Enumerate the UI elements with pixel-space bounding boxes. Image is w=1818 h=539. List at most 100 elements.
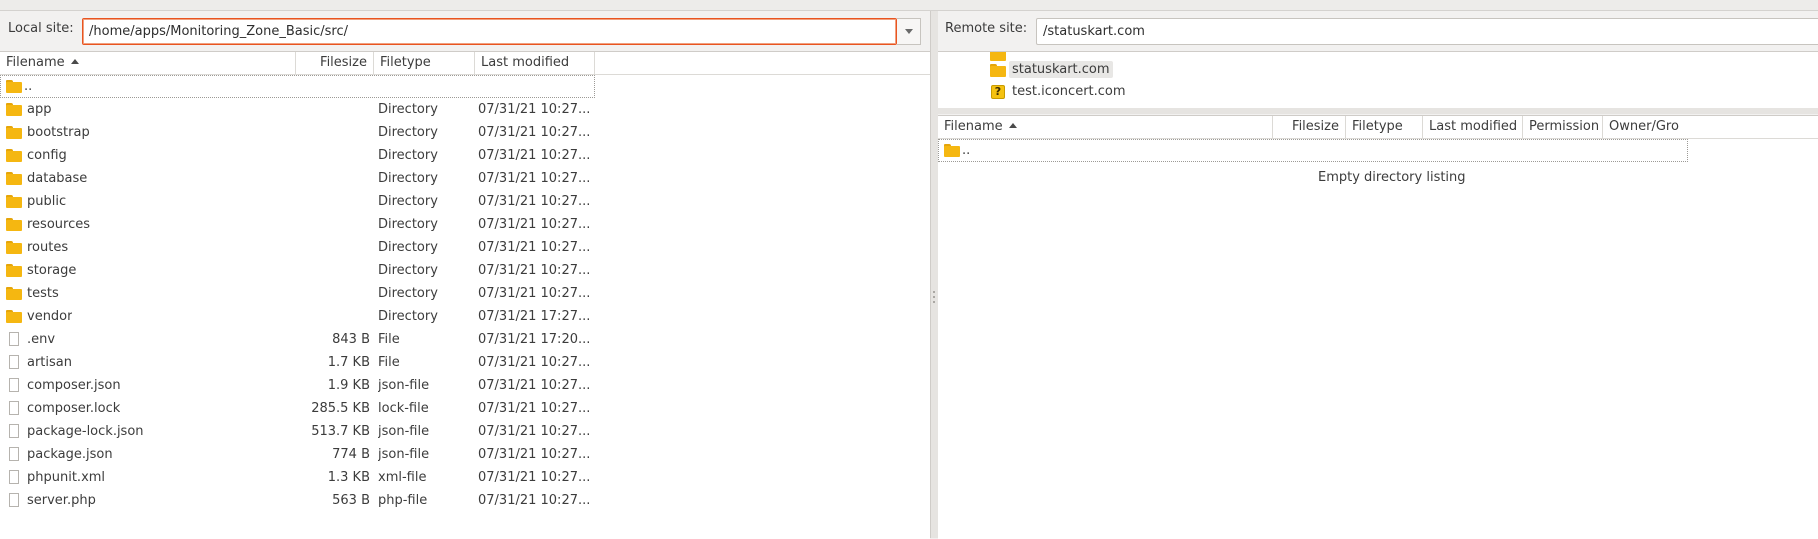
local-site-path-input[interactable] — [82, 18, 897, 45]
table-row[interactable]: vendor Directory 07/31/21 17:27... — [0, 305, 595, 328]
table-row[interactable]: composer.json 1.9 KB json-file 07/31/21 10:… — [0, 374, 595, 397]
row-last-modified: 07/31/21 10:27... — [478, 493, 591, 508]
folder-icon — [6, 103, 22, 116]
row-last-modified: 07/31/21 10:27... — [478, 355, 591, 370]
file-icon — [9, 470, 19, 484]
remote-site-path-input[interactable] — [1036, 18, 1818, 45]
folder-icon — [6, 126, 22, 139]
table-row[interactable]: public Directory 07/31/21 10:27... — [0, 190, 595, 213]
row-filesize: 513.7 KB — [311, 424, 370, 439]
remote-column-last-modified[interactable]: Last modified — [1423, 116, 1523, 138]
table-row[interactable]: bootstrap Directory 07/31/21 10:27... — [0, 121, 595, 144]
table-row[interactable]: .env 843 B File 07/31/21 17:20... — [0, 328, 595, 351]
local-column-filetype[interactable]: Filetype — [374, 52, 475, 74]
row-filetype: Directory — [378, 171, 438, 186]
remote-column-permission[interactable]: Permission — [1523, 116, 1603, 138]
local-column-filename[interactable]: Filename — [0, 52, 296, 74]
row-last-modified: 07/31/21 10:27... — [478, 470, 591, 485]
chevron-down-icon — [904, 29, 913, 34]
row-last-modified: 07/31/21 10:27... — [478, 148, 591, 163]
table-row[interactable]: tests Directory 07/31/21 10:27... — [0, 282, 595, 305]
table-row[interactable]: config Directory 07/31/21 10:27... — [0, 144, 595, 167]
row-filename: package-lock.json — [27, 424, 144, 439]
row-last-modified: 07/31/21 10:27... — [478, 102, 591, 117]
row-last-modified: 07/31/21 10:27... — [478, 401, 591, 416]
table-row[interactable]: artisan 1.7 KB File 07/31/21 10:27... — [0, 351, 595, 374]
column-label: Filesize — [1292, 119, 1339, 134]
folder-icon — [990, 64, 1006, 77]
row-filesize — [296, 259, 370, 282]
splitter-grip — [933, 291, 935, 293]
tree-item-test-iconcert[interactable]: ? test.iconcert.com — [988, 82, 1126, 102]
table-row[interactable]: package.json 774 B json-file 07/31/21 10:27… — [0, 443, 595, 466]
local-site-pane: Local site: Filename Filesize Filetype L… — [0, 11, 930, 539]
file-icon — [9, 401, 19, 415]
row-filetype: Directory — [378, 263, 438, 278]
remote-file-list[interactable]: Filename Filesize Filetype Last modified… — [938, 115, 1818, 539]
remote-column-filetype[interactable]: Filetype — [1346, 116, 1423, 138]
table-row[interactable]: package-lock.json 513.7 KB json-file 07/31/… — [0, 420, 595, 443]
row-filetype: Directory — [378, 309, 438, 324]
row-filesize: 285.5 KB — [311, 401, 370, 416]
table-row[interactable]: database Directory 07/31/21 10:27... — [0, 167, 595, 190]
local-parent-directory-row[interactable]: .. — [0, 75, 595, 98]
local-site-dropdown-button[interactable] — [897, 18, 921, 45]
row-filename: resources — [27, 217, 91, 232]
local-site-label: Local site: — [8, 21, 74, 36]
row-last-modified: 07/31/21 17:20... — [478, 332, 591, 347]
local-column-last-modified[interactable]: Last modified — [475, 52, 595, 74]
tree-item-label: test.iconcert.com — [1012, 84, 1126, 99]
row-filetype: File — [378, 355, 400, 370]
row-filename: server.php — [27, 493, 96, 508]
row-filename: storage — [27, 263, 77, 278]
remote-directory-tree[interactable]: statuskart.com ? test.iconcert.com — [938, 51, 1818, 109]
row-filename: public — [27, 194, 67, 209]
remote-column-filename[interactable]: Filename — [938, 116, 1273, 138]
row-filename: composer.json — [27, 378, 121, 393]
column-label: Owner/Gro — [1609, 119, 1679, 134]
table-row[interactable]: composer.lock 285.5 KB lock-file 07/31/21 1… — [0, 397, 595, 420]
remote-column-filesize[interactable]: Filesize — [1273, 116, 1346, 138]
row-filesize: 1.9 KB — [327, 378, 370, 393]
folder-icon — [6, 80, 22, 93]
row-filename: bootstrap — [27, 125, 90, 140]
row-last-modified: 07/31/21 10:27... — [478, 286, 591, 301]
column-label: Filename — [944, 119, 1003, 134]
tree-item-statuskart[interactable]: statuskart.com — [988, 60, 1113, 80]
local-file-list[interactable]: Filename Filesize Filetype Last modified… — [0, 51, 930, 539]
remote-site-pane: Remote site: statuskart.com ? test.iconc… — [938, 11, 1818, 539]
top-toolbar-strip — [0, 0, 1818, 11]
tree-item-label: statuskart.com — [1009, 61, 1113, 78]
row-filetype: json-file — [378, 424, 430, 439]
row-filetype: xml-file — [378, 470, 427, 485]
table-row[interactable]: storage Directory 07/31/21 10:27... — [0, 259, 595, 282]
remote-column-owner-group[interactable]: Owner/Gro — [1603, 116, 1818, 138]
column-label: Last modified — [1429, 119, 1518, 134]
row-filetype: Directory — [378, 125, 438, 140]
row-last-modified: 07/31/21 10:27... — [478, 194, 591, 209]
file-icon — [9, 424, 19, 438]
local-column-filesize[interactable]: Filesize — [296, 52, 374, 74]
column-label: Filetype — [380, 55, 431, 70]
remote-tree-splitter[interactable] — [938, 108, 1818, 114]
empty-directory-message: Empty directory listing — [1318, 170, 1466, 185]
folder-icon — [944, 144, 960, 157]
column-label: Permission — [1529, 119, 1600, 134]
row-filetype: Directory — [378, 102, 438, 117]
table-row[interactable]: routes Directory 07/31/21 10:27... — [0, 236, 595, 259]
row-filesize — [296, 236, 370, 259]
row-filesize: 1.3 KB — [327, 470, 370, 485]
table-row[interactable]: server.php 563 B php-file 07/31/21 10:27... — [0, 489, 595, 512]
table-row[interactable]: resources Directory 07/31/21 10:27... — [0, 213, 595, 236]
remote-file-list-header: Filename Filesize Filetype Last modified… — [938, 116, 1818, 139]
remote-parent-directory-row[interactable]: .. — [938, 139, 1688, 162]
row-filename: database — [27, 171, 88, 186]
row-filesize — [296, 121, 370, 144]
row-filetype: Directory — [378, 217, 438, 232]
row-filesize: 563 B — [332, 493, 370, 508]
row-filesize — [296, 167, 370, 190]
table-row[interactable]: phpunit.xml 1.3 KB xml-file 07/31/21 10:27.… — [0, 466, 595, 489]
table-row[interactable]: app Directory 07/31/21 10:27... — [0, 98, 595, 121]
question-icon: ? — [991, 85, 1005, 99]
row-filesize — [296, 213, 370, 236]
